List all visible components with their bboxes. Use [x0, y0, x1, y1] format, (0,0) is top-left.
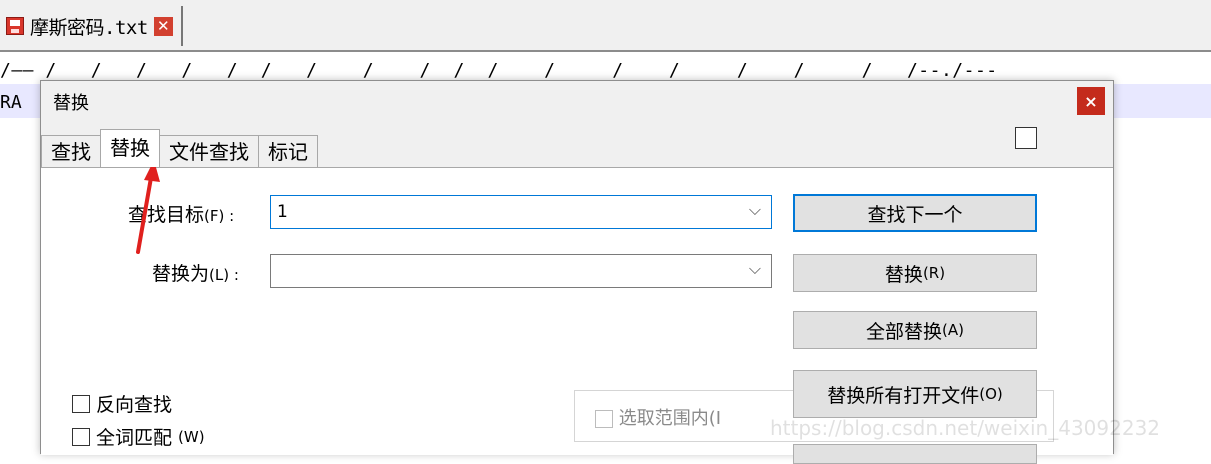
replace-label: 替换为(L) : — [152, 263, 239, 285]
find-input-value: 1 — [277, 202, 288, 222]
editor-line-1: /—— / / / / / / / / / / / / / / / / / /-… — [0, 60, 998, 81]
checkbox-icon[interactable] — [72, 427, 90, 446]
dialog-tabs: 查找 替换 文件查找 标记 — [41, 129, 318, 167]
watermark: https://blog.csdn.net/weixin_43092232 — [770, 416, 1161, 440]
find-next-button[interactable]: 查找下一个 — [793, 194, 1037, 232]
tab-replace[interactable]: 替换 — [100, 129, 160, 167]
replace-input[interactable]: ⌵ — [270, 254, 772, 288]
tab-mark[interactable]: 标记 — [258, 135, 318, 167]
in-selection-checkbox[interactable]: 选取范围内(I — [595, 404, 721, 430]
next-button-partial[interactable] — [793, 444, 1037, 464]
replace-all-button[interactable]: 全部替换 (A) — [793, 311, 1037, 349]
editor-tab-bar: 摩斯密码.txt ✕ — [0, 0, 1211, 52]
tab-find[interactable]: 查找 — [41, 135, 101, 167]
checkbox-icon[interactable] — [72, 394, 90, 413]
file-tab-name: 摩斯密码.txt — [30, 16, 148, 39]
floppy-icon — [6, 17, 24, 35]
reverse-search-option[interactable]: 反向查找 — [72, 390, 172, 417]
transparency-checkbox[interactable] — [1015, 127, 1037, 149]
dialog-close-button[interactable]: × — [1077, 87, 1105, 115]
find-input[interactable]: 1 ⌵ — [270, 195, 772, 229]
checkbox-icon[interactable] — [595, 410, 613, 428]
find-label: 查找目标(F) : — [128, 204, 235, 226]
file-tab[interactable]: 摩斯密码.txt ✕ — [6, 6, 183, 46]
replace-all-open-files-button[interactable]: 替换所有打开文件 (O) — [793, 370, 1037, 418]
replace-dialog: 替换 × 查找 替换 文件查找 标记 查找目标(F) : 1 ⌵ 查找下一个 替… — [40, 80, 1114, 464]
tab-find-in-files[interactable]: 文件查找 — [159, 135, 259, 167]
editor-line-2: RA — [0, 92, 22, 113]
chevron-down-icon[interactable]: ⌵ — [749, 200, 761, 220]
replace-panel: 查找目标(F) : 1 ⌵ 查找下一个 替换为(L) : ⌵ 替换 (R) 选取范… — [41, 167, 1113, 464]
close-icon[interactable]: ✕ — [153, 16, 173, 36]
chevron-down-icon[interactable]: ⌵ — [749, 259, 761, 279]
replace-button[interactable]: 替换 (R) — [793, 254, 1037, 292]
dialog-title: 替换 — [53, 93, 89, 114]
whole-word-option[interactable]: 全词匹配 (W) — [72, 423, 205, 450]
